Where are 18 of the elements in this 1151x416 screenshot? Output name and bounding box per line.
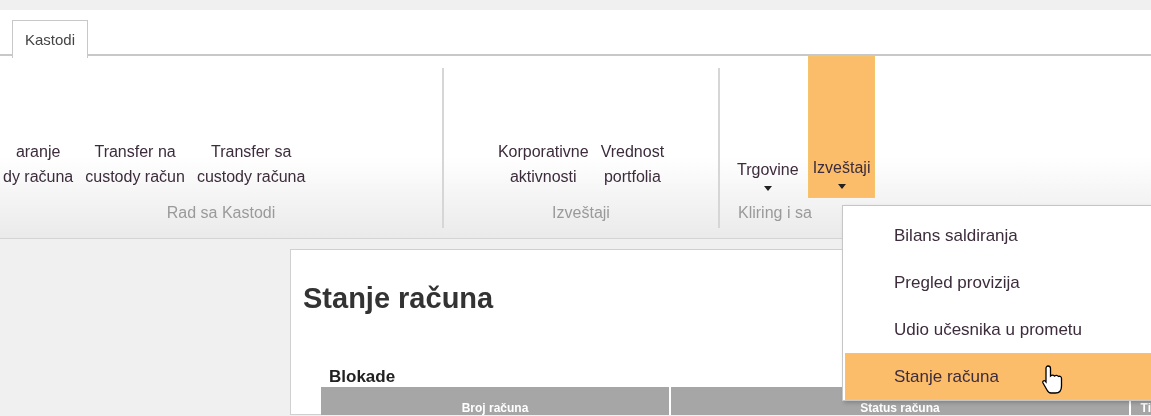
menu-item[interactable]: Udio učesnika u prometu (845, 306, 1151, 353)
group-label: Kliring i sa (737, 203, 813, 222)
hand-cursor-icon (1042, 365, 1064, 395)
ribbon-button[interactable]: Vrednost portfolia (597, 68, 668, 198)
group-label: Izveštaji (551, 203, 611, 222)
section-title: Blokade (329, 367, 396, 387)
menu-item[interactable]: Bilans saldiranja (845, 212, 1151, 259)
ribbon-button[interactable]: Transfer na custody račun (82, 68, 188, 198)
ribbon-button[interactable]: Korporativne aktivnosti (494, 68, 592, 198)
ribbon-tab[interactable]: Kastodi (12, 20, 89, 58)
ribbon-button[interactable]: aranje dy računa (0, 68, 77, 198)
menu-item[interactable]: Stanje računa (845, 353, 1151, 400)
page-title: Stanje računa (303, 282, 494, 315)
group-label: Rad sa Kastodi (165, 203, 277, 222)
menu-item[interactable]: Pregled provizija (845, 259, 1151, 306)
ribbon-button[interactable]: Transfer sa custody računa (193, 68, 309, 198)
ribbon-button[interactable]: Izveštaji (807, 56, 876, 198)
ribbon-button[interactable]: Trgovine (734, 68, 802, 198)
